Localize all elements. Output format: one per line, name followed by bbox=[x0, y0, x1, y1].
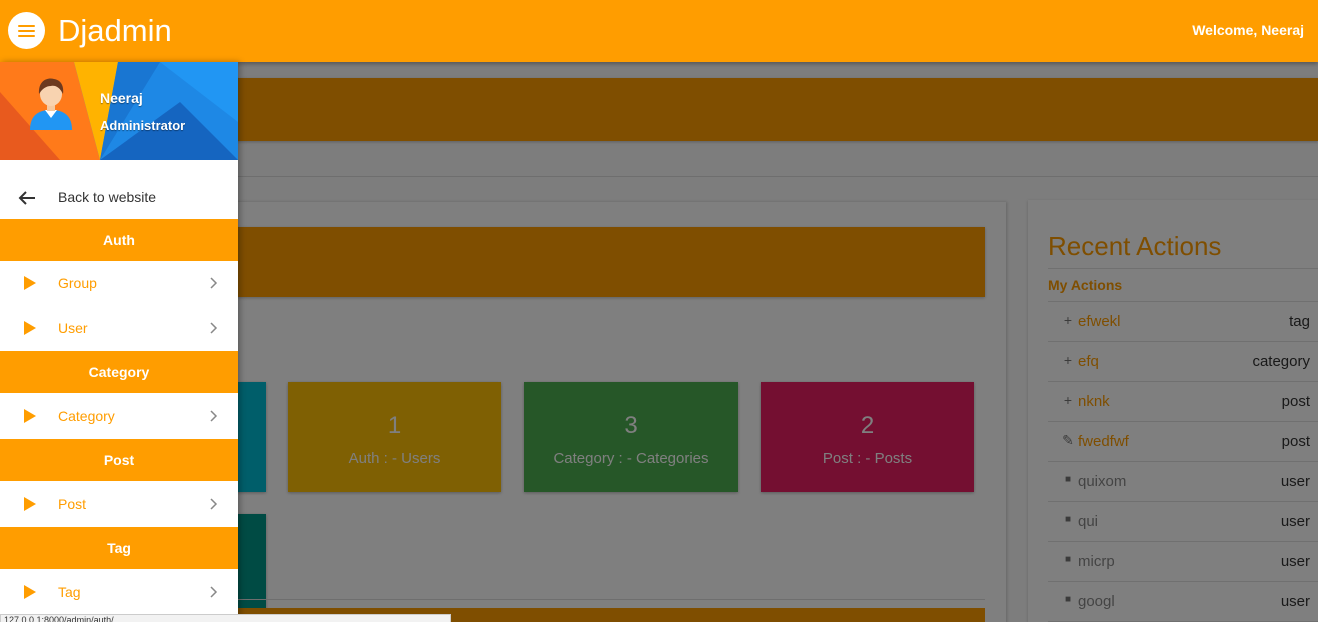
play-icon bbox=[24, 276, 36, 290]
sidebar-item-label: Tag bbox=[58, 584, 81, 600]
avatar bbox=[30, 78, 72, 130]
sidebar-item-group[interactable]: Group bbox=[0, 261, 238, 306]
back-label: Back to website bbox=[58, 189, 157, 205]
chevron-right-icon bbox=[210, 322, 218, 334]
welcome-text: Welcome, Neeraj bbox=[1192, 22, 1304, 38]
play-icon bbox=[24, 497, 36, 511]
menu-icon bbox=[18, 24, 35, 27]
back-to-website-link[interactable]: Back to website bbox=[0, 178, 238, 218]
brand-title[interactable]: Djadmin bbox=[58, 12, 172, 50]
chevron-right-icon bbox=[210, 498, 218, 510]
section-header-category: Category bbox=[0, 351, 238, 393]
play-icon bbox=[24, 409, 36, 423]
chevron-right-icon bbox=[210, 586, 218, 598]
user-role: Administrator bbox=[100, 118, 186, 133]
sidebar-item-label: Post bbox=[58, 496, 87, 512]
play-icon bbox=[24, 321, 36, 335]
sidebar-item-category[interactable]: Category bbox=[0, 394, 238, 439]
chevron-right-icon bbox=[210, 277, 218, 289]
sidebar-item-user[interactable]: User bbox=[0, 306, 238, 351]
sidebar-item-label: User bbox=[58, 320, 88, 336]
sidebar-item-tag[interactable]: Tag bbox=[0, 570, 238, 615]
section-header-tag: Tag bbox=[0, 527, 238, 569]
menu-button[interactable] bbox=[8, 12, 45, 49]
sidebar-item-label: Category bbox=[58, 408, 115, 424]
play-icon bbox=[24, 585, 36, 599]
section-header-post: Post bbox=[0, 439, 238, 481]
drawer-header: Neeraj Administrator bbox=[0, 62, 238, 160]
nav-drawer: Neeraj Administrator Back to website Aut… bbox=[0, 62, 238, 622]
sidebar-item-post[interactable]: Post bbox=[0, 482, 238, 527]
chevron-right-icon bbox=[210, 410, 218, 422]
sidebar-item-label: Group bbox=[58, 275, 97, 291]
app-bar: Djadmin Welcome, Neeraj bbox=[0, 0, 1318, 62]
section-header-auth: Auth bbox=[0, 219, 238, 261]
arrow-left-icon bbox=[18, 191, 35, 205]
user-name: Neeraj bbox=[100, 90, 143, 106]
status-url-bar: 127.0.0.1:8000/admin/auth/ bbox=[0, 614, 451, 622]
